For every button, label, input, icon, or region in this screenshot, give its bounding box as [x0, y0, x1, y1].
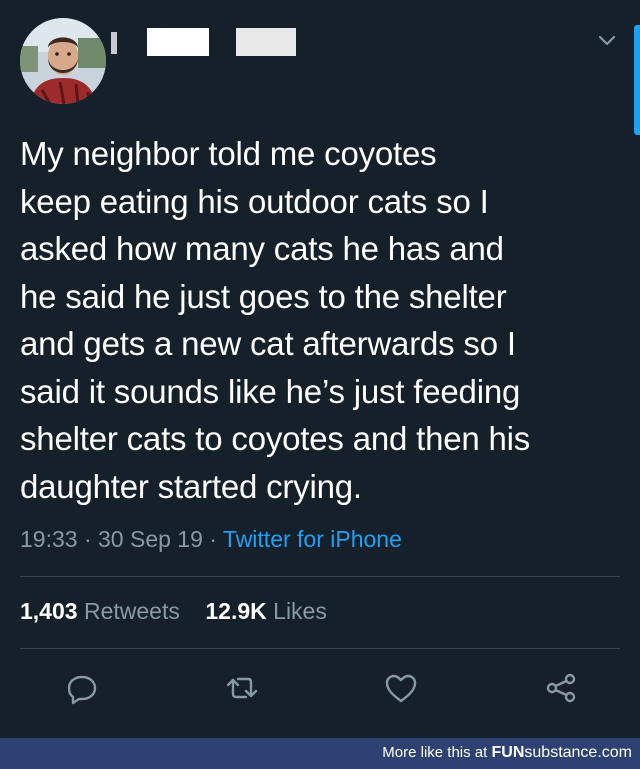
tweet-text: My neighbor told me coyotes keep eating … [20, 135, 531, 505]
retweets-count: 1,403 [20, 598, 78, 624]
tweet-time: 19:33 [20, 526, 78, 552]
meta-separator: · [202, 526, 223, 552]
tweet-screenshot: My neighbor told me coyotes keep eating … [0, 0, 640, 769]
meta-separator: · [77, 526, 99, 552]
redaction-mark [111, 32, 117, 54]
watermark-brand: FUN [491, 744, 525, 761]
chevron-down-icon[interactable] [596, 32, 618, 50]
watermark-text: More like this at FUNsubstance.com [382, 744, 632, 762]
divider [20, 648, 620, 649]
like-icon[interactable] [383, 670, 419, 706]
avatar-image [20, 18, 106, 104]
retweet-icon[interactable] [224, 670, 260, 706]
watermark-domain: substance.com [524, 744, 632, 761]
username-redacted [236, 28, 296, 56]
watermark-prefix: More like this at [382, 744, 492, 761]
display-name-redacted [147, 28, 209, 56]
tweet-stats: 1,403 Retweets 12.9K Likes [20, 598, 327, 625]
tweet-date: 30 Sep 19 [98, 526, 203, 552]
watermark-footer: More like this at FUNsubstance.com [0, 738, 640, 769]
likes-stat[interactable]: 12.9K Likes [205, 598, 326, 624]
share-icon[interactable] [543, 670, 579, 706]
scrollbar[interactable] [634, 25, 640, 135]
retweets-stat[interactable]: 1,403 Retweets [20, 598, 180, 624]
avatar[interactable] [20, 18, 106, 104]
retweets-label: Retweets [83, 598, 180, 624]
likes-label: Likes [273, 598, 327, 624]
likes-count: 12.9K [205, 598, 267, 624]
tweet-source-link[interactable]: Twitter for iPhone [223, 526, 402, 552]
divider [20, 576, 620, 577]
reply-icon[interactable] [64, 670, 100, 706]
tweet-metadata: 19:33 · 30 Sep 19 · Twitter for iPhone [20, 526, 402, 553]
